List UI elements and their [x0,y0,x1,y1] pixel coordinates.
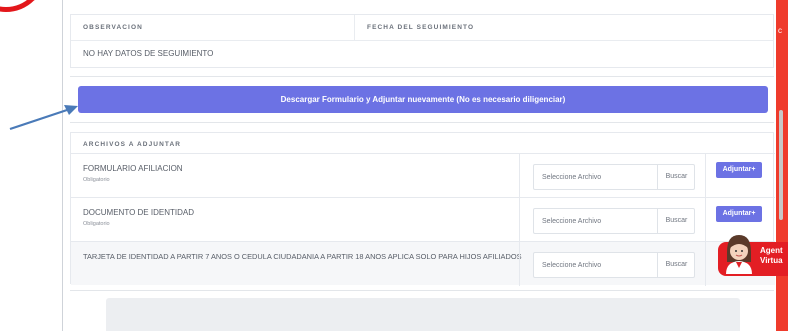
attach-button[interactable]: Adjuntar+ [716,206,762,222]
section-divider [70,122,774,123]
file-placeholder: Seleccione Archivo [542,174,602,181]
attachment-row: FORMULARIO AFILIACION Obligatorio Selecc… [71,153,775,198]
column-divider [705,198,706,242]
required-note: Obligatorio [83,221,110,227]
file-placeholder: Seleccione Archivo [542,262,602,269]
attachment-row: DOCUMENTO DE IDENTIDAD Obligatorio Selec… [71,197,775,242]
column-divider [519,242,520,286]
file-input[interactable]: Seleccione Archivo Buscar [533,252,695,278]
column-divider [519,198,520,242]
scrollbar-thumb[interactable] [779,110,783,220]
column-divider [705,242,706,286]
browse-button[interactable]: Buscar [657,253,695,277]
required-note: Obligatorio [83,177,110,183]
file-input[interactable]: Seleccione Archivo Buscar [533,164,695,190]
browse-button[interactable]: Buscar [657,165,695,189]
brand-corner-badge [0,0,46,12]
tracking-header: OBSERVACION FECHA DEL SEGUIMIENTO [71,15,773,41]
browse-button[interactable]: Buscar [657,209,695,233]
file-input[interactable]: Seleccione Archivo Buscar [533,208,695,234]
virtual-agent-widget[interactable]: Agent Virtua [718,232,788,278]
tracking-card: OBSERVACION FECHA DEL SEGUIMIENTO NO HAY… [70,14,774,68]
content-left-border [62,0,63,331]
tracking-empty-message: NO HAY DATOS DE SEGUIMIENTO [83,49,214,58]
document-name: FORMULARIO AFILIACION [83,164,183,173]
section-divider [70,290,774,291]
document-name: DOCUMENTO DE IDENTIDAD [83,208,194,217]
document-name: TARJETA DE IDENTIDAD A PARTIR 7 ANOS O C… [83,252,522,261]
virtual-agent-avatar-icon [726,235,752,274]
attachment-row: TARJETA DE IDENTIDAD A PARTIR 7 ANOS O C… [71,241,775,286]
download-form-button[interactable]: Descargar Formulario y Adjuntar nuevamen… [78,86,768,113]
rail-letter: c [778,26,782,35]
column-divider [519,154,520,198]
col-tracking-date: FECHA DEL SEGUIMIENTO [367,24,475,31]
attach-button[interactable]: Adjuntar+ [716,162,762,178]
attachments-title: ARCHIVOS A ADJUNTAR [83,141,182,148]
file-placeholder: Seleccione Archivo [542,218,602,225]
col-observation: OBSERVACION [71,15,355,41]
section-divider [70,76,774,77]
column-divider [705,154,706,198]
agent-label: Agent Virtua [760,246,783,265]
annotation-arrow-icon [9,105,78,131]
bottom-panel [106,298,740,331]
attachments-card: ARCHIVOS A ADJUNTAR FORMULARIO AFILIACIO… [70,132,775,286]
